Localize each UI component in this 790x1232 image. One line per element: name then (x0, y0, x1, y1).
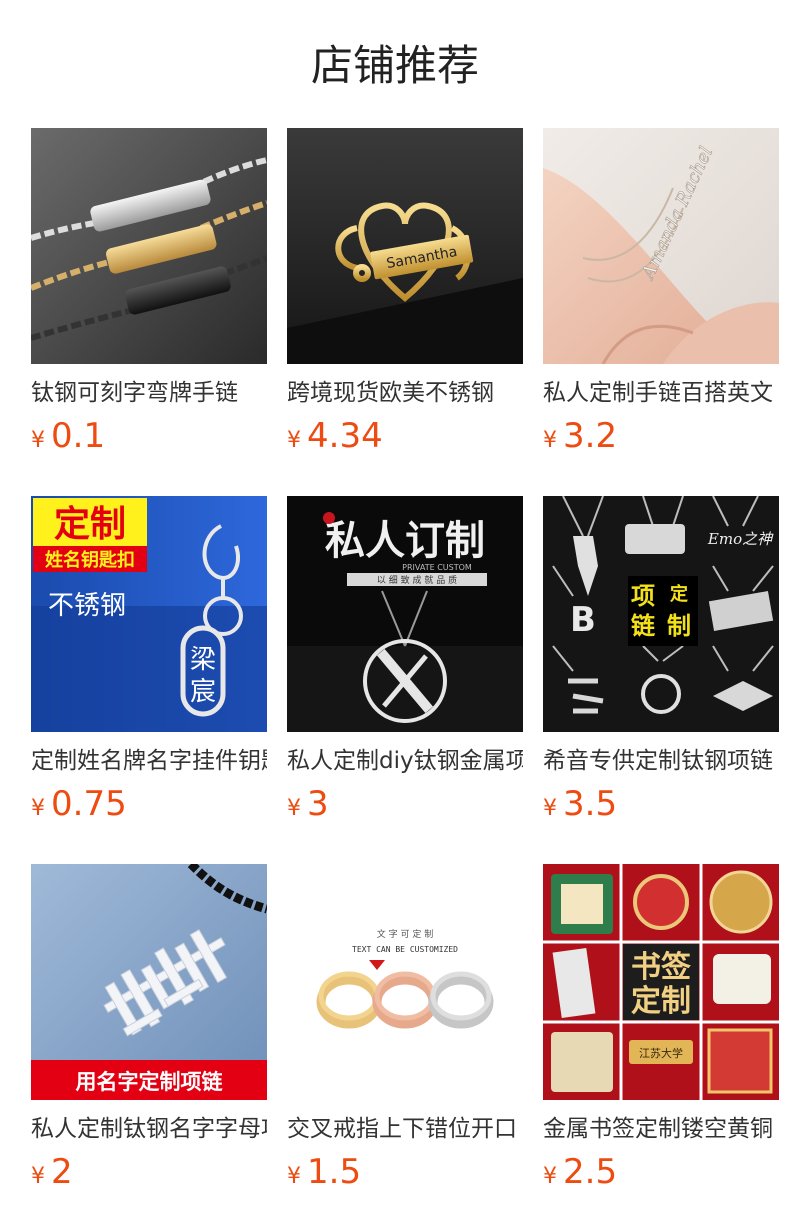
section-title: 店铺推荐 (310, 41, 479, 90)
engraved-bar-chain-bracelets-image (31, 128, 267, 364)
product-name[interactable]: 希音专供定制钛钢项链 (543, 746, 779, 776)
bookmark-label-line-2: 定制 (631, 984, 691, 1019)
product-card[interactable]: Amanda Rachel 私人定制手链百搭英文 ¥3.2 (543, 128, 779, 496)
keychain-banner-subtitle: 姓名钥匙扣 (45, 549, 135, 571)
currency-symbol: ¥ (31, 796, 45, 821)
price-value: 4.34 (307, 416, 383, 456)
keychain-name-char-2: 宸 (190, 677, 216, 707)
keychain-banner-title: 定制 (54, 504, 126, 545)
price-value: 0.1 (51, 416, 106, 456)
bookmark-school-text: 江苏大学 (639, 1046, 683, 1060)
price-value: 3.2 (563, 416, 618, 456)
product-card[interactable]: 书签 定制 江苏大学 金属书签定制镂空黄铜 ¥2.5 (543, 864, 779, 1232)
product-image[interactable]: Amanda Rachel (543, 128, 779, 364)
stethoscope-heart-name-badge-image: Samantha (287, 128, 523, 364)
product-card[interactable]: 钛钢可刻字弯牌手链 ¥0.1 (31, 128, 267, 496)
currency-symbol: ¥ (287, 1164, 301, 1189)
pendant-banner-tagline: 以 细 致 成 就 品 质 (377, 574, 457, 586)
collage-label-char-2: 定 (670, 583, 688, 605)
product-image[interactable]: 私人订制 PRIVATE CUSTOM 以 细 致 成 就 品 质 (287, 496, 523, 732)
product-image[interactable]: 文 字 可 定 制 TEXT CAN BE CUSTOMIZED (287, 864, 523, 1100)
product-image[interactable]: Emo之神 项 定 链 制 B (543, 496, 779, 732)
product-name[interactable]: 私人定制手链百搭英文 (543, 378, 779, 408)
product-name[interactable]: 私人定制钛钢名字字母项链 (31, 1114, 267, 1144)
product-card[interactable]: 文 字 可 定 制 TEXT CAN BE CUSTOMIZED 交叉戒指上下错… (287, 864, 523, 1232)
collage-emo-text: Emo之神 (707, 530, 774, 548)
currency-symbol: ¥ (543, 1164, 557, 1189)
bookmark-label-line-1: 书签 (631, 950, 691, 985)
product-price: ¥2 (31, 1152, 267, 1192)
price-value: 2.5 (563, 1152, 618, 1192)
collage-label-char-1: 项 (631, 582, 655, 610)
currency-symbol: ¥ (543, 796, 557, 821)
product-price: ¥0.75 (31, 784, 267, 824)
product-card[interactable]: 私人订制 PRIVATE CUSTOM 以 细 致 成 就 品 质 私人定制di… (287, 496, 523, 864)
pendant-caption: 用名字定制项链 (76, 1070, 224, 1094)
product-card[interactable]: 定制 姓名钥匙扣 不锈钢 梁 宸 定制姓名牌名字挂件钥匙扣 ¥0.75 (31, 496, 267, 864)
product-price: ¥3.2 (543, 416, 779, 456)
rings-caption-chinese: 文 字 可 定 制 (377, 928, 433, 940)
collage-letter-b: B (570, 600, 596, 640)
product-grid: 钛钢可刻字弯牌手链 ¥0.1 Samantha 跨境现货欧美不锈钢 ¥ 4.34… (31, 128, 779, 1232)
collage-label-char-3: 链 (631, 612, 656, 640)
product-price: ¥1.5 (287, 1152, 523, 1192)
currency-symbol: ¥ (543, 428, 557, 453)
recommendation-page: 店铺推荐 钛钢可刻字弯牌手链 ¥ 0.1 Samantha 跨境现货欧美不锈钢 … (0, 0, 790, 1232)
keychain-name-char-1: 梁 (190, 645, 216, 675)
pendant-banner-subtitle: PRIVATE CUSTOM (402, 563, 472, 572)
name-necklace-pendant-image: 用名字定制项链 (31, 864, 267, 1100)
product-price: ¥0.1 (31, 416, 267, 456)
product-card[interactable]: Emo之神 项 定 链 制 B 希音专供定制钛钢项链 ¥3.5 (543, 496, 779, 864)
product-price: ¥2.5 (543, 1152, 779, 1192)
product-image[interactable] (31, 128, 267, 364)
product-name[interactable]: 定制姓名牌名字挂件钥匙扣 (31, 746, 267, 776)
product-image[interactable]: Samantha (287, 128, 523, 364)
name-bracelet-on-wrist-image: Amanda Rachel (543, 128, 779, 364)
name-keychain-image: 定制 姓名钥匙扣 不锈钢 梁 宸 (31, 496, 267, 732)
price-value: 2 (51, 1152, 73, 1192)
product-image[interactable]: 用名字定制项链 (31, 864, 267, 1100)
metal-bookmarks-collage-image: 书签 定制 江苏大学 (543, 864, 779, 1100)
x-letter-pendant-image: 私人订制 PRIVATE CUSTOM 以 细 致 成 就 品 质 (287, 496, 523, 732)
product-image[interactable]: 定制 姓名钥匙扣 不锈钢 梁 宸 (31, 496, 267, 732)
collage-label-char-4: 制 (667, 612, 691, 640)
price-value: 3 (307, 784, 329, 824)
currency-symbol: ¥ (287, 796, 301, 821)
currency-symbol: ¥ (31, 1164, 45, 1189)
product-price: ¥3.5 (543, 784, 779, 824)
price-value: 0.75 (51, 784, 127, 824)
product-card[interactable]: 用名字定制项链 私人定制钛钢名字字母项链 ¥2 (31, 864, 267, 1232)
product-name[interactable]: 金属书签定制镂空黄铜 (543, 1114, 779, 1144)
keychain-material-text: 不锈钢 (48, 591, 126, 621)
currency-symbol: ¥ (287, 428, 301, 453)
price-value: 3.5 (563, 784, 618, 824)
product-name[interactable]: 跨境现货欧美不锈钢 (287, 378, 523, 408)
crossed-open-rings-image: 文 字 可 定 制 TEXT CAN BE CUSTOMIZED (287, 864, 523, 1100)
custom-necklace-collage-image: Emo之神 项 定 链 制 B (543, 496, 779, 732)
product-name[interactable]: 钛钢可刻字弯牌手链 (31, 378, 267, 408)
product-price: ¥3 (287, 784, 523, 824)
pendant-banner-title: 私人订制 (325, 517, 485, 564)
product-price: ¥4.34 (287, 416, 523, 456)
product-name[interactable]: 私人定制diy钛钢金属项链 (287, 746, 523, 776)
product-name[interactable]: 交叉戒指上下错位开口 (287, 1114, 523, 1144)
price-value: 1.5 (307, 1152, 362, 1192)
product-image[interactable]: 书签 定制 江苏大学 (543, 864, 779, 1100)
product-card[interactable]: Samantha 跨境现货欧美不锈钢 ¥4.34 (287, 128, 523, 496)
currency-symbol: ¥ (31, 428, 45, 453)
rings-caption-english: TEXT CAN BE CUSTOMIZED (352, 945, 458, 954)
